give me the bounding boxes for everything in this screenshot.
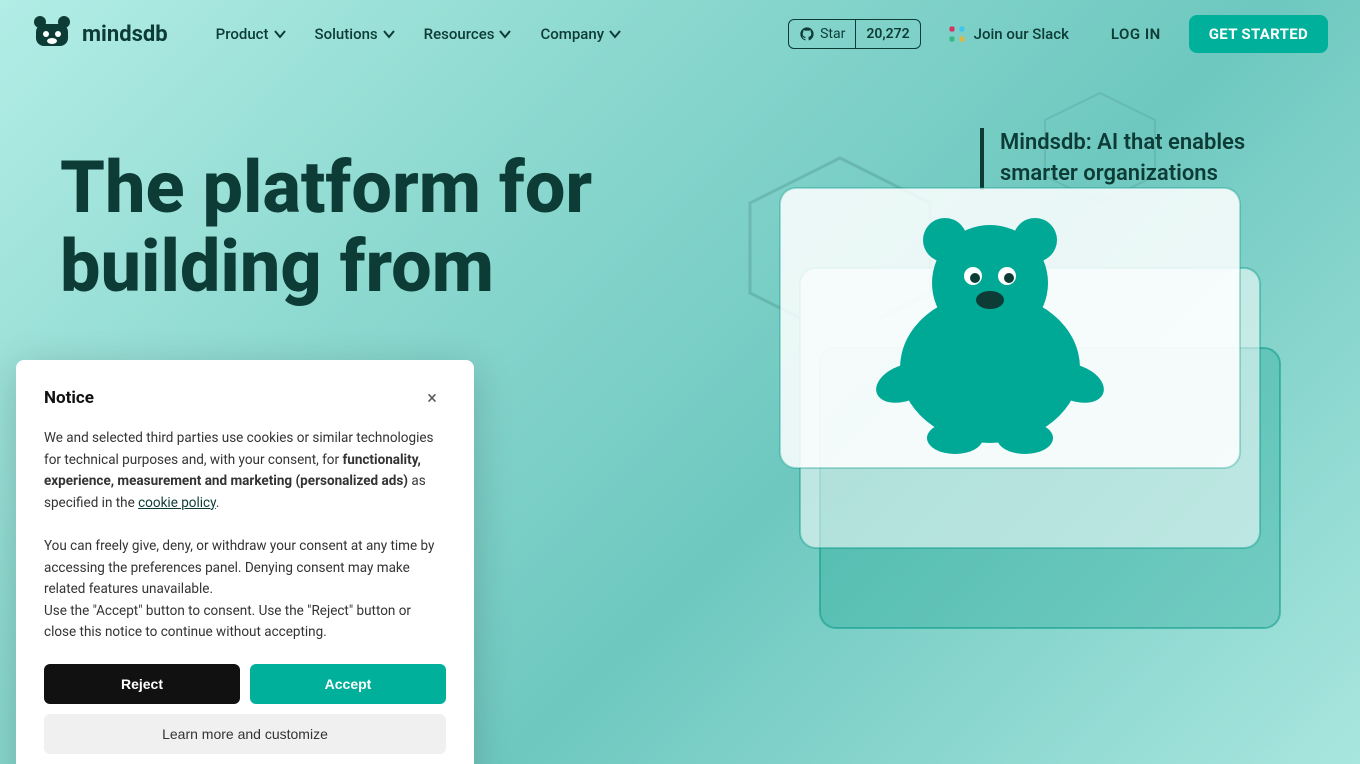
logo[interactable]: mindsdb xyxy=(32,14,168,54)
nav-links: Product Solutions Resources Company xyxy=(204,17,634,51)
chevron-down-icon xyxy=(273,27,287,41)
nav-product-label: Product xyxy=(216,25,269,43)
cookie-body: We and selected third parties use cookie… xyxy=(44,428,446,644)
slack-label: Join our Slack xyxy=(974,25,1069,43)
github-star-button: Star 20,272 xyxy=(788,19,921,49)
slack-icon xyxy=(947,24,967,44)
nav-solutions-label: Solutions xyxy=(315,25,378,43)
nav-item-company[interactable]: Company xyxy=(528,17,634,51)
star-label: Star xyxy=(820,26,845,42)
chevron-down-icon-3 xyxy=(498,27,512,41)
nav-left: mindsdb Product Solutions Resources xyxy=(32,14,634,54)
logo-icon xyxy=(32,14,72,54)
login-button[interactable]: LOG IN xyxy=(1095,17,1177,51)
chevron-down-icon-4 xyxy=(608,27,622,41)
nav-item-resources[interactable]: Resources xyxy=(412,17,525,51)
nav-item-product[interactable]: Product xyxy=(204,17,299,51)
chevron-down-icon-2 xyxy=(382,27,396,41)
cookie-body-end: You can freely give, deny, or withdraw y… xyxy=(44,538,434,640)
logo-text: mindsdb xyxy=(82,22,168,47)
navbar: mindsdb Product Solutions Resources xyxy=(0,0,1360,68)
cookie-actions: Reject Accept xyxy=(44,664,446,704)
learn-more-button[interactable]: Learn more and customize xyxy=(44,714,446,754)
get-started-button[interactable]: GET STARTED xyxy=(1189,15,1328,53)
close-button[interactable]: × xyxy=(418,384,446,412)
cookie-policy-link[interactable]: cookie policy xyxy=(138,495,216,511)
cookie-modal: Notice × We and selected third parties u… xyxy=(16,360,474,764)
nav-right: Star 20,272 Join our Slack LOG IN GET ST… xyxy=(788,15,1328,53)
reject-button[interactable]: Reject xyxy=(44,664,240,704)
hero-main-title: The platform for building from xyxy=(60,148,700,306)
slack-button[interactable]: Join our Slack xyxy=(933,18,1083,50)
hero-title-line1: The platform for xyxy=(60,145,592,230)
nav-item-solutions[interactable]: Solutions xyxy=(303,17,408,51)
platform-illustration xyxy=(760,108,1320,688)
github-icon xyxy=(799,26,815,42)
cookie-header: Notice × xyxy=(44,384,446,412)
hero-illustration xyxy=(760,108,1320,688)
hero-title-line2: building from xyxy=(60,224,494,309)
accept-button[interactable]: Accept xyxy=(250,664,446,704)
star-count: 20,272 xyxy=(856,20,919,48)
star-button-left[interactable]: Star xyxy=(789,20,856,48)
nav-resources-label: Resources xyxy=(424,25,495,43)
nav-company-label: Company xyxy=(540,25,604,43)
cookie-title: Notice xyxy=(44,388,94,408)
